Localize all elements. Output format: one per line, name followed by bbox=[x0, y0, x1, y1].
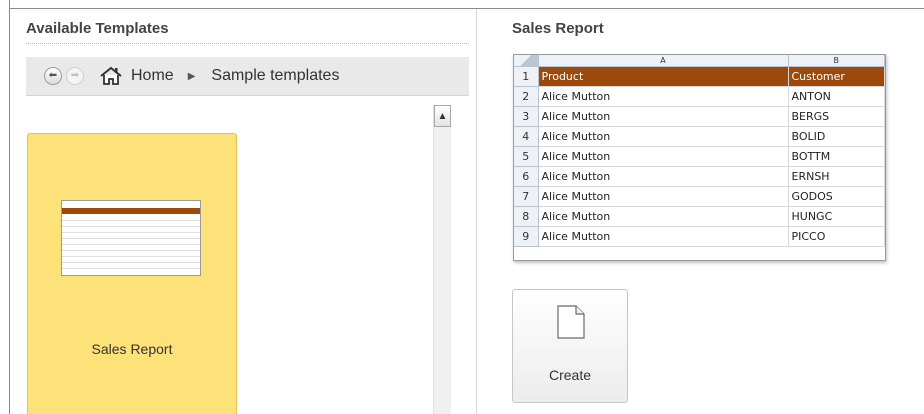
forward-arrow-icon[interactable]: ➡ bbox=[66, 67, 84, 85]
product-cell: Alice Mutton bbox=[538, 86, 789, 107]
blank-document-icon bbox=[557, 305, 585, 339]
column-header-a: A bbox=[538, 55, 789, 67]
available-templates-pane: Available Templates ⬅ ➡ Home ▶ Sample te… bbox=[10, 9, 475, 414]
template-tile-sales-report[interactable]: Sales Report bbox=[27, 133, 237, 414]
product-cell: Alice Mutton bbox=[538, 166, 789, 187]
customer-cell: ERNSH bbox=[788, 166, 885, 187]
breadcrumb-home-link[interactable]: Home bbox=[131, 67, 174, 85]
template-navigation-bar: ⬅ ➡ Home ▶ Sample templates bbox=[26, 57, 469, 95]
home-icon[interactable] bbox=[100, 66, 122, 86]
row-number: 8 bbox=[514, 206, 539, 227]
customer-cell: BERGS bbox=[788, 106, 885, 127]
product-cell: Alice Mutton bbox=[538, 146, 789, 167]
template-thumbnail bbox=[61, 200, 201, 276]
title-separator bbox=[26, 43, 469, 44]
column-header-b: B bbox=[788, 55, 885, 67]
template-preview-sheet: A B 1 Product Customer 2 Alice Mutton AN… bbox=[513, 54, 886, 261]
sheet-corner bbox=[514, 55, 539, 67]
back-arrow-icon[interactable]: ⬅ bbox=[44, 67, 62, 85]
row-number: 3 bbox=[514, 106, 539, 127]
customer-cell: HUNGC bbox=[788, 206, 885, 227]
customer-cell: PICCO bbox=[788, 226, 885, 247]
product-cell: Alice Mutton bbox=[538, 126, 789, 147]
customer-cell: BOLID bbox=[788, 126, 885, 147]
row-number: 4 bbox=[514, 126, 539, 147]
row-number: 5 bbox=[514, 146, 539, 167]
pane-divider bbox=[476, 9, 477, 414]
product-cell: Alice Mutton bbox=[538, 106, 789, 127]
template-tile-label: Sales Report bbox=[91, 341, 173, 357]
scroll-up-arrow-icon[interactable]: ▲ bbox=[434, 105, 451, 127]
available-templates-title: Available Templates bbox=[26, 20, 169, 37]
row-number: 2 bbox=[514, 86, 539, 107]
customer-cell: ANTON bbox=[788, 86, 885, 107]
create-button[interactable]: Create bbox=[512, 289, 628, 403]
row-number: 1 bbox=[514, 66, 539, 87]
row-number: 9 bbox=[514, 226, 539, 247]
product-cell: Alice Mutton bbox=[538, 226, 789, 247]
row-number: 7 bbox=[514, 186, 539, 207]
header-cell-product: Product bbox=[538, 66, 789, 87]
preview-title: Sales Report bbox=[512, 20, 604, 37]
create-button-label: Create bbox=[548, 367, 592, 383]
customer-cell: BOTTM bbox=[788, 146, 885, 167]
row-number: 6 bbox=[514, 166, 539, 187]
product-cell: Alice Mutton bbox=[538, 186, 789, 207]
chevron-right-icon: ▶ bbox=[187, 70, 196, 82]
header-cell-customer: Customer bbox=[788, 66, 885, 87]
breadcrumb-sample-templates[interactable]: Sample templates bbox=[211, 67, 339, 85]
navbar-bottom-divider bbox=[26, 95, 469, 96]
customer-cell: GODOS bbox=[788, 186, 885, 207]
product-cell: Alice Mutton bbox=[538, 206, 789, 227]
template-list-scrollbar[interactable]: ▲ bbox=[433, 105, 451, 414]
